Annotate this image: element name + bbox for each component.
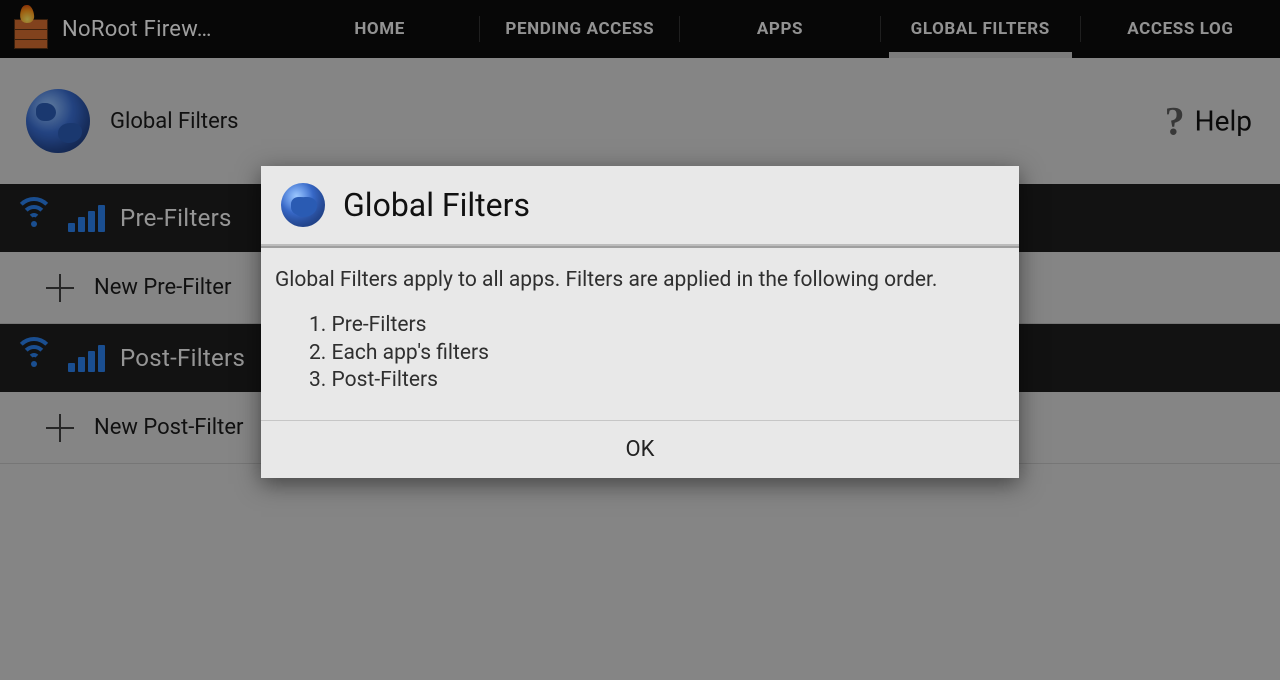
list-item: 3. Post-Filters — [309, 367, 1005, 394]
globe-icon — [281, 183, 325, 227]
dialog-title-row: Global Filters — [261, 166, 1019, 246]
list-item: 1. Pre-Filters — [309, 312, 1005, 339]
list-item: 2. Each app's filters — [309, 340, 1005, 367]
dialog-order-list: 1. Pre-Filters 2. Each app's filters 3. … — [275, 312, 1005, 394]
dialog-ok-button[interactable]: OK — [261, 420, 1019, 478]
dialog-intro: Global Filters apply to all apps. Filter… — [275, 266, 1005, 294]
global-filters-dialog: Global Filters Global Filters apply to a… — [261, 166, 1019, 478]
dialog-body: Global Filters apply to all apps. Filter… — [261, 248, 1019, 420]
button-label: OK — [626, 437, 655, 462]
dialog-title: Global Filters — [343, 186, 530, 224]
